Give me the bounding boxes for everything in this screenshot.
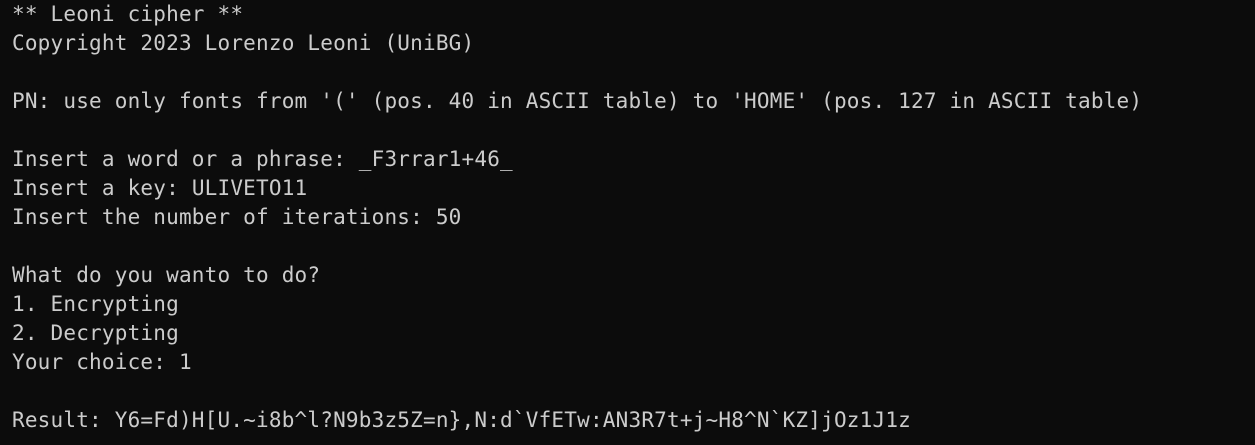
copyright-line: Copyright 2023 Lorenzo Leoni (UniBG): [12, 31, 475, 55]
key-input-value: ULIVETO11: [191, 176, 308, 200]
choice-prompt-label: Your choice:: [12, 350, 179, 374]
menu-option-decrypt: 2. Decrypting: [12, 321, 179, 345]
note-line: PN: use only fonts from '(' (pos. 40 in …: [12, 89, 1143, 113]
result-label: Result:: [12, 408, 115, 432]
result-line: Result: Y6=Fd)H[U.~i8b^l?N9b3z5Z=n},N:d`…: [12, 406, 1255, 435]
phrase-prompt-label: Insert a word or a phrase:: [12, 147, 359, 171]
menu-option-encrypt: 1. Encrypting: [12, 292, 179, 316]
iterations-input-value: 50: [435, 205, 462, 229]
program-title: ** Leoni cipher **: [12, 2, 244, 26]
choice-prompt-line: Your choice: 1: [12, 348, 1255, 377]
iterations-prompt-label: Insert the number of iterations:: [12, 205, 436, 229]
result-value: Y6=Fd)H[U.~i8b^l?N9b3z5Z=n},N:d`VfETw:AN…: [114, 408, 912, 432]
menu-question: What do you wanto to do?: [12, 263, 321, 287]
terminal-window[interactable]: ** Leoni cipher ** Copyright 2023 Lorenz…: [0, 0, 1255, 445]
phrase-input-value: _F3rrar1+46_: [358, 147, 513, 171]
phrase-prompt-line: Insert a word or a phrase: _F3rrar1+46_: [12, 145, 1255, 174]
key-prompt-line: Insert a key: ULIVETO11: [12, 174, 1255, 203]
iterations-prompt-line: Insert the number of iterations: 50: [12, 203, 1255, 232]
choice-input-value: 1: [178, 350, 192, 374]
key-prompt-label: Insert a key:: [12, 176, 192, 200]
